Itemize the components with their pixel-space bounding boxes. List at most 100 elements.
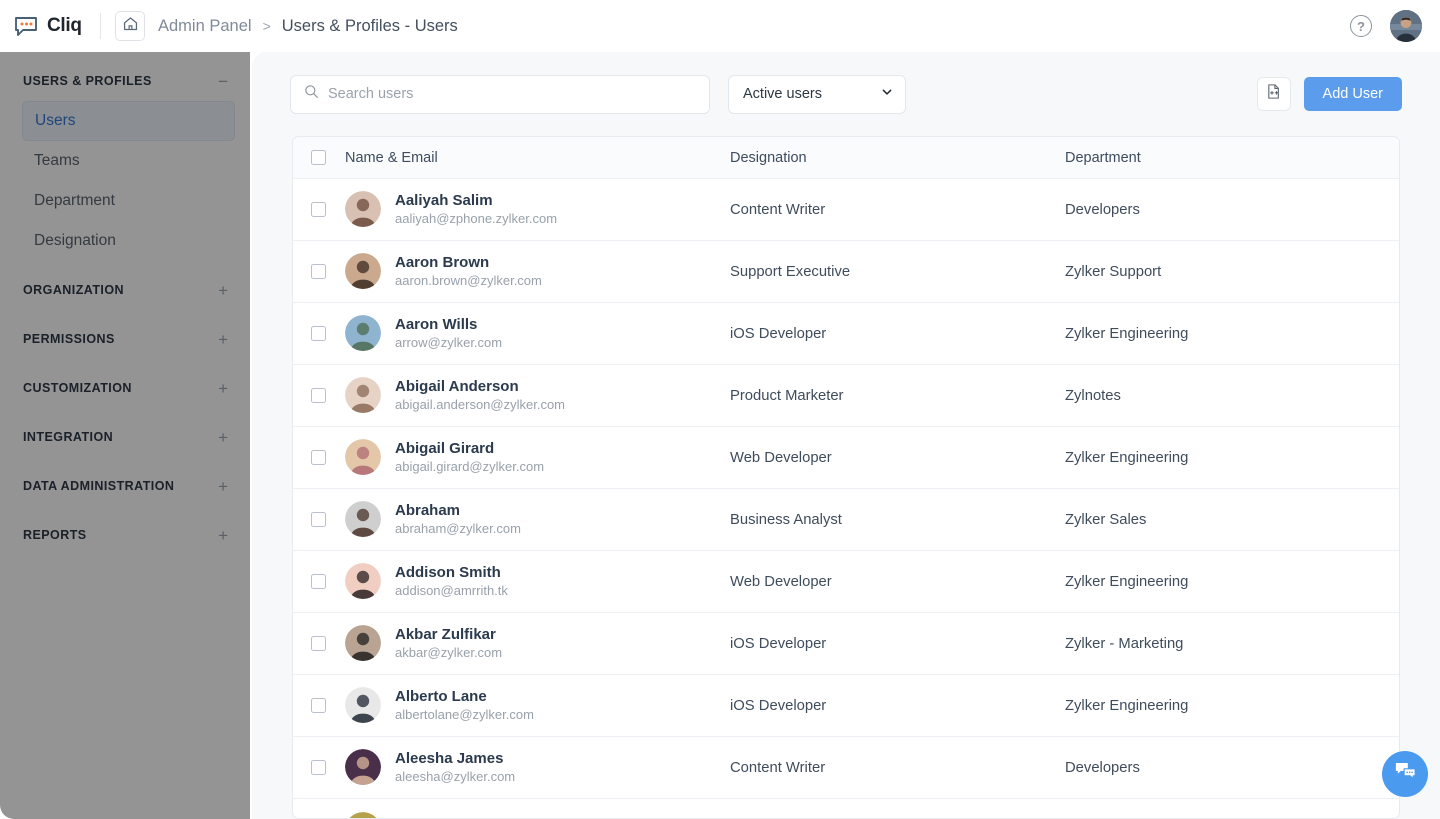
row-checkbox[interactable] [311,512,326,527]
search-box[interactable] [290,74,710,114]
user-department: Zylnotes [1065,387,1121,404]
row-select-cell [293,760,345,775]
user-identity: Aaron Brown aaron.brown@zylker.com [395,253,542,290]
table-row[interactable]: Akbar Zulfikar akbar@zylker.com iOS Develo… [293,613,1399,675]
chat-fab-button[interactable] [1382,751,1428,797]
user-department: Zylker Engineering [1065,697,1189,714]
user-email: addison@amrrith.tk [395,583,508,599]
user-designation: Business Analyst [730,511,842,528]
table-row[interactable]: Abigail Anderson abigail.anderson@zylker.… [293,365,1399,427]
table-row[interactable]: Aaliyah Salim aaliyah@zphone.zylker.com Co… [293,179,1399,241]
user-name: Akbar Zulfikar [395,625,496,643]
user-email: aaron.brown@zylker.com [395,273,542,289]
user-cell: Abraham abraham@zylker.com [345,501,730,538]
user-status-filter[interactable]: Active users [728,74,906,114]
table-row[interactable]: Aaron Brown aaron.brown@zylker.com Support… [293,241,1399,303]
user-department: Zylker Engineering [1065,449,1189,466]
row-select-cell [293,388,345,403]
row-checkbox[interactable] [311,574,326,589]
row-select-cell [293,264,345,279]
user-identity: Aleesha James aleesha@zylker.com [395,749,515,786]
chat-bubble-icon [14,16,40,37]
user-name: Addison Smith [395,563,501,581]
user-cell: Aaron Brown aaron.brown@zylker.com [345,253,730,290]
avatar[interactable] [1390,10,1422,42]
row-checkbox[interactable] [311,698,326,713]
user-department: Zylker - Marketing [1065,635,1184,652]
table-row[interactable]: Abraham abraham@zylker.com Business Analys… [293,489,1399,551]
column-header-designation[interactable]: Designation [730,150,1065,166]
export-file-button[interactable] [1256,77,1291,111]
user-name: Aaron Wills [395,315,478,333]
select-all-checkbox[interactable] [311,150,326,165]
row-checkbox[interactable] [311,388,326,403]
table-row[interactable]: Alberto Lane albertolane@zylker.com iOS De… [293,675,1399,737]
table-row[interactable]: Aaron Wills arrow@zylker.com iOS Developer… [293,303,1399,365]
row-checkbox[interactable] [311,760,326,775]
user-email: albertolane@zylker.com [395,707,534,723]
divider [100,13,101,39]
app-logo[interactable]: Cliq [0,15,96,37]
users-table: Name & Email Designation Department Aali… [292,136,1400,819]
row-checkbox[interactable] [311,264,326,279]
user-identity: Addison Smith addison@amrrith.tk [395,563,508,600]
user-cell: Aaron Wills arrow@zylker.com [345,315,730,352]
user-cell: Aaliyah Salim aaliyah@zphone.zylker.com [345,191,730,228]
user-name: Alberto Lane [395,687,487,705]
row-select-cell [293,450,345,465]
row-checkbox[interactable] [311,202,326,217]
main-panel: Active users [252,52,1440,819]
home-button[interactable] [115,11,145,41]
toolbar: Active users [252,52,1440,136]
row-checkbox[interactable] [311,450,326,465]
user-designation: iOS Developer [730,325,827,342]
table-row[interactable]: Aleesha James aleesha@zylker.com Content W… [293,737,1399,799]
column-header-department[interactable]: Department [1065,150,1399,166]
avatar [345,439,381,476]
user-cell: Abigail Girard abigail.girard@zylker.com [345,439,730,476]
avatar [345,191,381,228]
avatar [345,749,381,786]
user-identity: Alberto Lane albertolane@zylker.com [395,687,534,724]
search-input[interactable] [328,86,696,102]
app-logo-text: Cliq [47,15,82,36]
user-cell: Alberto Lane albertolane@zylker.com [345,687,730,724]
user-email: abigail.anderson@zylker.com [395,397,566,413]
user-designation: iOS Developer [730,697,827,714]
row-select-cell [293,574,345,589]
user-department: Developers [1065,201,1140,218]
user-designation: Product Marketer [730,387,844,404]
user-email: aaliyah@zphone.zylker.com [395,211,558,227]
breadcrumb-separator: > [262,18,271,34]
row-checkbox[interactable] [311,636,326,651]
row-select-cell [293,202,345,217]
user-email: abraham@zylker.com [395,521,521,537]
user-department: Zylker Support [1065,263,1162,280]
user-name: Abigail Anderson [395,377,519,395]
user-designation: iOS Developer [730,635,827,652]
avatar [345,811,381,818]
column-header-name-email[interactable]: Name & Email [345,150,730,166]
toolbar-actions: Add User [1256,77,1402,111]
help-icon[interactable]: ? [1350,15,1372,37]
breadcrumb-root[interactable]: Admin Panel [158,17,252,36]
user-name: Abraham [395,501,461,519]
add-user-button[interactable]: Add User [1303,77,1402,111]
user-identity: Abraham abraham@zylker.com [395,501,521,538]
avatar [345,687,381,724]
user-name: Aleesha James [395,749,504,767]
user-name: Aaliyah Salim [395,191,493,209]
user-cell: Alejandro Mendoza [345,811,730,818]
user-designation: Web Developer [730,449,832,466]
chat-bubbles-icon [1393,759,1418,789]
top-bar-actions: ? [1350,10,1440,42]
user-name: Aaron Brown [395,253,490,271]
row-checkbox[interactable] [311,326,326,341]
user-identity: Aaliyah Salim aaliyah@zphone.zylker.com [395,191,557,228]
user-department: Developers [1065,759,1140,776]
table-row[interactable]: Abigail Girard abigail.girard@zylker.com W… [293,427,1399,489]
table-row[interactable]: Alejandro Mendoza [293,799,1399,818]
user-identity: Abigail Anderson abigail.anderson@zylker.… [395,377,565,414]
table-row[interactable]: Addison Smith addison@amrrith.tk Web Devel… [293,551,1399,613]
user-department: Zylker Engineering [1065,573,1189,590]
